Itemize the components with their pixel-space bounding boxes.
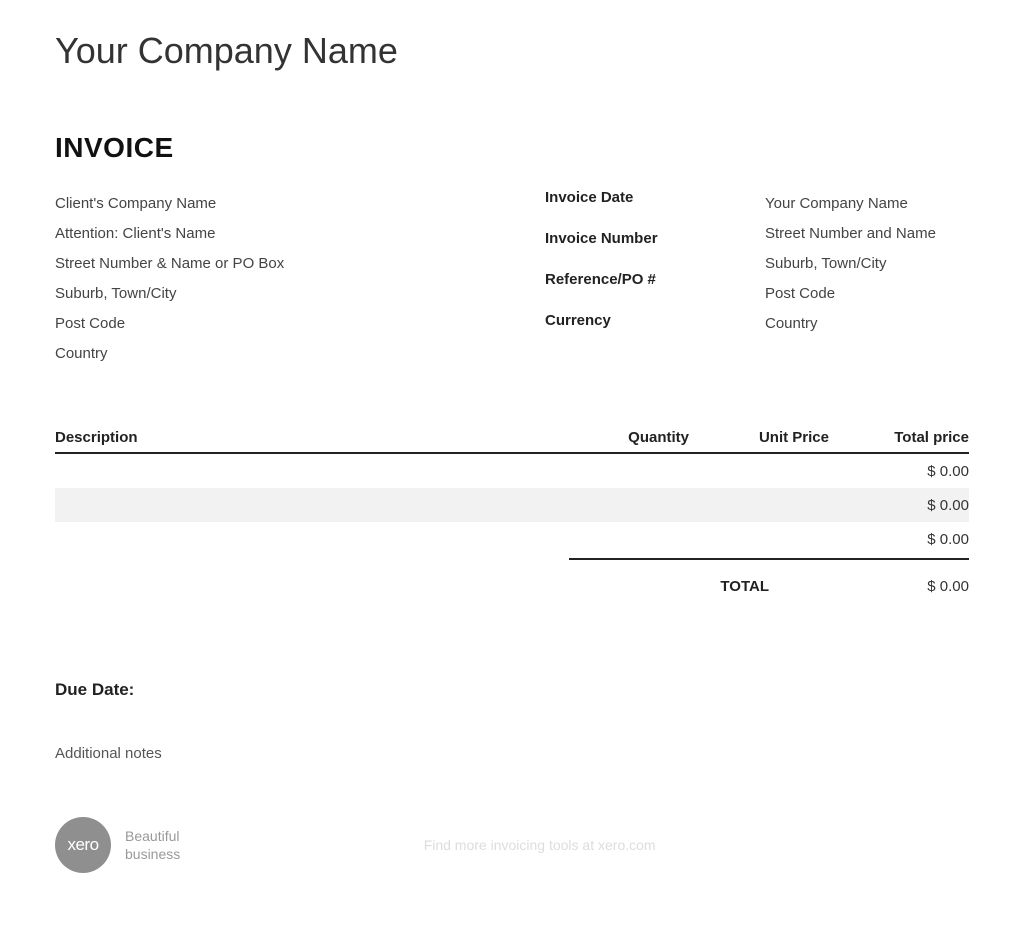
total-value: $ 0.00	[769, 578, 969, 595]
vendor-street: Street Number and Name	[765, 219, 969, 249]
invoice-number-label: Invoice Number	[545, 230, 765, 247]
total-label: TOTAL	[629, 578, 769, 595]
vendor-suburb: Suburb, Town/City	[765, 249, 969, 279]
invoice-meta-block: Invoice Date Invoice Number Reference/PO…	[545, 189, 765, 369]
client-address-block: Client's Company Name Attention: Client'…	[55, 189, 545, 369]
due-date-label: Due Date:	[55, 680, 969, 700]
tagline-line1: Beautiful	[125, 827, 180, 845]
header-quantity: Quantity	[549, 429, 689, 446]
xero-logo-icon: xero	[55, 817, 111, 873]
table-header-row: Description Quantity Unit Price Total pr…	[55, 429, 969, 454]
client-company: Client's Company Name	[55, 189, 545, 219]
footer: xero Beautiful business Find more invoic…	[55, 817, 969, 873]
invoice-title: INVOICE	[55, 132, 969, 164]
header-unit-price: Unit Price	[689, 429, 829, 446]
vendor-country: Country	[765, 309, 969, 339]
table-row: $ 0.00	[55, 454, 969, 488]
client-suburb: Suburb, Town/City	[55, 279, 545, 309]
invoice-date-label: Invoice Date	[545, 189, 765, 206]
row-total: $ 0.00	[829, 531, 969, 548]
total-divider	[569, 558, 969, 560]
vendor-address-block: Your Company Name Street Number and Name…	[765, 189, 969, 369]
vendor-name: Your Company Name	[765, 189, 969, 219]
header-total-price: Total price	[829, 429, 969, 446]
additional-notes: Additional notes	[55, 745, 969, 762]
client-country: Country	[55, 339, 545, 369]
line-items-table: Description Quantity Unit Price Total pr…	[55, 429, 969, 595]
company-name-heading: Your Company Name	[55, 30, 969, 72]
currency-label: Currency	[545, 312, 765, 329]
tagline: Beautiful business	[125, 827, 180, 863]
total-row: TOTAL $ 0.00	[55, 578, 969, 595]
client-street: Street Number & Name or PO Box	[55, 249, 545, 279]
info-section: Client's Company Name Attention: Client'…	[55, 189, 969, 369]
row-total: $ 0.00	[829, 463, 969, 480]
client-attention: Attention: Client's Name	[55, 219, 545, 249]
footer-center-text: Find more invoicing tools at xero.com	[180, 837, 899, 853]
header-description: Description	[55, 429, 549, 446]
table-row: $ 0.00	[55, 522, 969, 556]
vendor-postcode: Post Code	[765, 279, 969, 309]
client-postcode: Post Code	[55, 309, 545, 339]
tagline-line2: business	[125, 845, 180, 863]
table-row: $ 0.00	[55, 488, 969, 522]
row-total: $ 0.00	[829, 497, 969, 514]
reference-po-label: Reference/PO #	[545, 271, 765, 288]
